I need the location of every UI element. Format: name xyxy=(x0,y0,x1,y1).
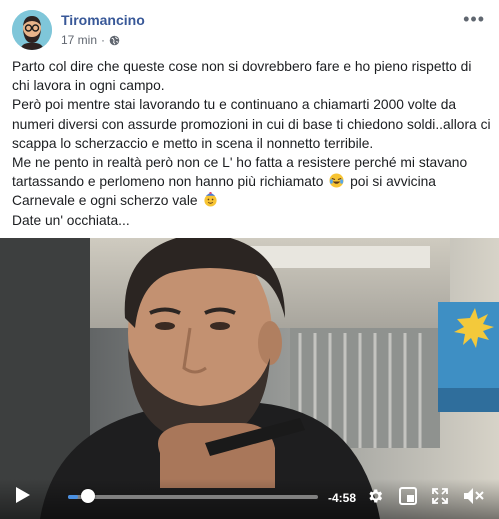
post-paragraph: Parto col dire che queste cose non si do… xyxy=(12,59,472,94)
post-paragraph: Date un' occhiata... xyxy=(12,212,130,228)
video-frame xyxy=(0,238,499,519)
post-header: Tiromancino 17 min · ••• xyxy=(0,0,499,52)
post-paragraph: Però poi mentre stai lavorando tu e cont… xyxy=(12,97,491,151)
play-icon[interactable] xyxy=(14,485,32,505)
avatar-illustration xyxy=(12,10,52,50)
speaker-muted-icon[interactable] xyxy=(463,486,485,506)
gear-icon[interactable] xyxy=(366,487,384,505)
video-player[interactable]: -4:58 xyxy=(0,238,499,519)
video-controls xyxy=(0,479,499,519)
author-name[interactable]: Tiromancino xyxy=(61,12,145,28)
post-paragraph: Me ne pento in realtà però non ce L' ho … xyxy=(12,153,492,211)
progress-fill xyxy=(68,495,78,499)
meta-separator: · xyxy=(101,33,106,47)
laughing-crying-emoji xyxy=(329,173,344,188)
post-meta: 17 min · xyxy=(61,33,120,47)
progress-scrubber[interactable] xyxy=(81,489,95,503)
party-face-emoji xyxy=(204,192,218,207)
progress-track[interactable] xyxy=(68,495,318,499)
remaining-time: -4:58 xyxy=(328,491,357,505)
post-text: Parto col dire che queste cose non si do… xyxy=(12,57,492,230)
more-options-icon[interactable]: ••• xyxy=(463,10,485,28)
fullscreen-icon[interactable] xyxy=(431,487,449,505)
picture-in-picture-icon[interactable] xyxy=(399,487,417,505)
avatar[interactable] xyxy=(12,10,52,50)
globe-icon xyxy=(109,35,120,45)
post-timestamp[interactable]: 17 min xyxy=(61,33,97,47)
